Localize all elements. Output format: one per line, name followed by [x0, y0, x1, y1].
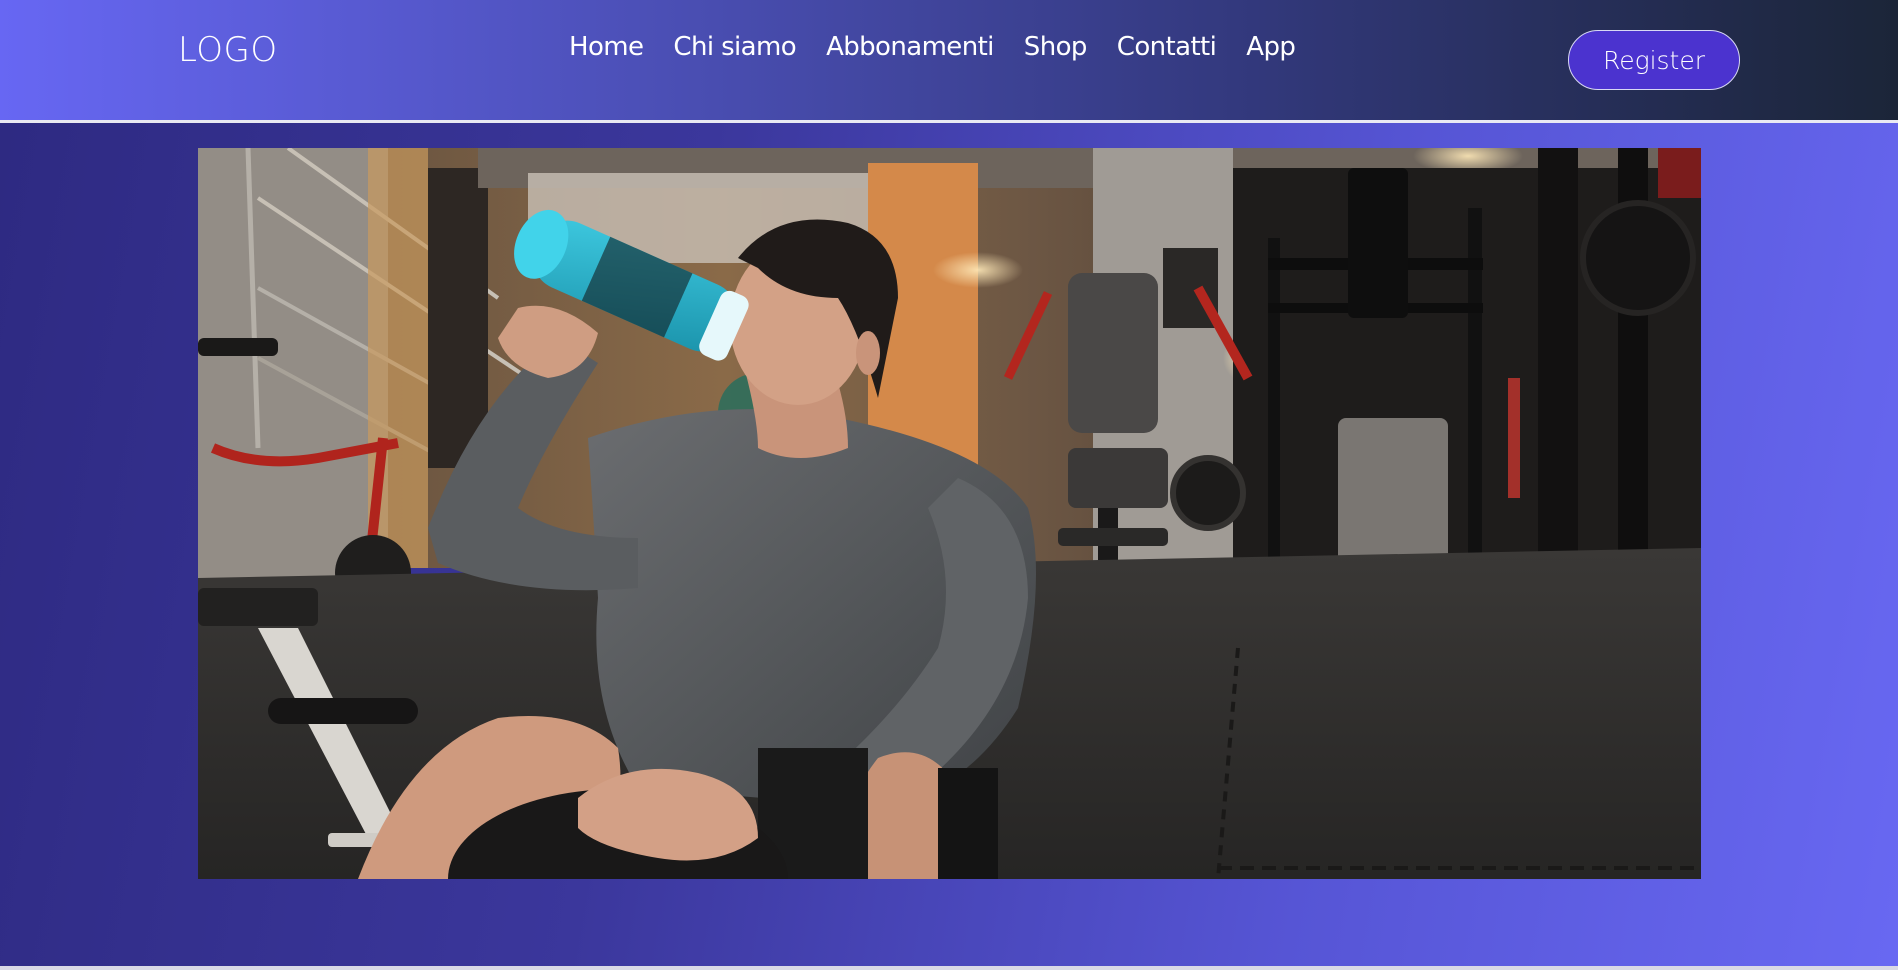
hero-gym-image [198, 148, 1701, 879]
nav-item-home[interactable]: Home [569, 32, 644, 62]
register-button[interactable]: Register [1568, 30, 1740, 90]
logo[interactable]: LOGO [178, 30, 278, 70]
gym-photo-icon [198, 148, 1701, 879]
bottom-divider [0, 966, 1898, 970]
nav-item-contatti[interactable]: Contatti [1117, 32, 1217, 62]
nav-item-app[interactable]: App [1246, 32, 1296, 62]
nav-item-shop[interactable]: Shop [1024, 32, 1088, 62]
site-header: LOGO Home Chi siamo Abbonamenti Shop Con… [0, 0, 1898, 123]
nav-item-chi-siamo[interactable]: Chi siamo [673, 32, 796, 62]
main-nav: Home Chi siamo Abbonamenti Shop Contatti… [569, 32, 1325, 62]
nav-item-abbonamenti[interactable]: Abbonamenti [826, 32, 994, 62]
